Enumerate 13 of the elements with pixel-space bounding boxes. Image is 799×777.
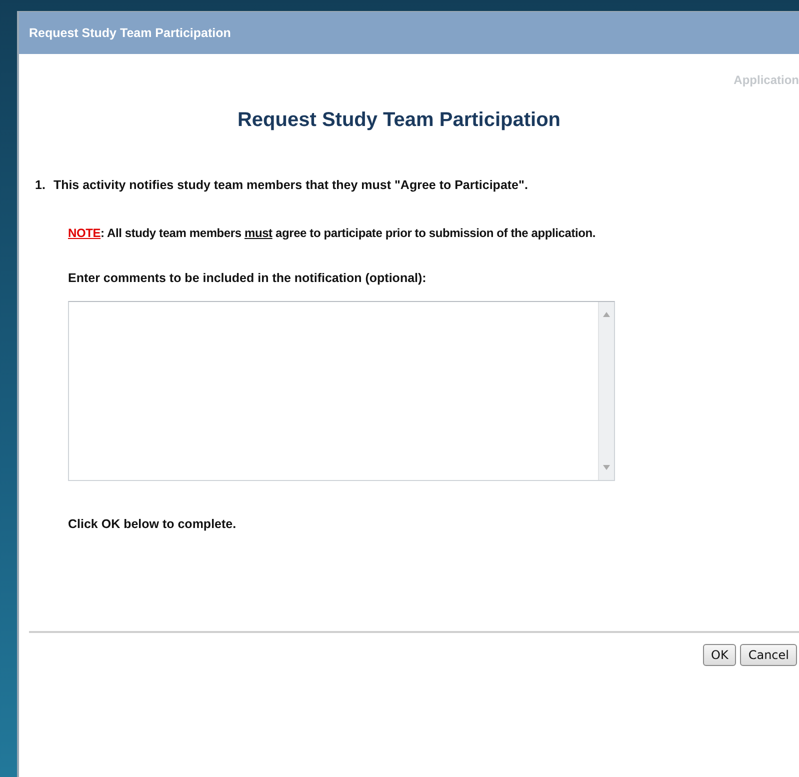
dialog-button[interactable]: Cancel: [740, 644, 797, 666]
scroll-up-icon[interactable]: [603, 312, 610, 317]
note-text: NOTE: All study team members must agree to participate prior to submission of the application.: [68, 226, 597, 240]
comments-label: Enter comments to be included in the notification (optional):: [68, 271, 428, 285]
dialog-button[interactable]: OK: [703, 644, 736, 666]
context-label: Application: [734, 73, 799, 87]
step-number: 1.: [35, 178, 46, 192]
step-text: This activity notifies study team members that they must "Agree to Participate".: [53, 178, 528, 192]
window-title: Request Study Team Participation: [29, 26, 231, 40]
scroll-down-icon[interactable]: [603, 465, 610, 470]
page-heading: Request Study Team Participation: [236, 109, 562, 132]
comments-field[interactable]: [68, 301, 615, 481]
instruction-text: Click OK below to complete.: [68, 517, 238, 531]
